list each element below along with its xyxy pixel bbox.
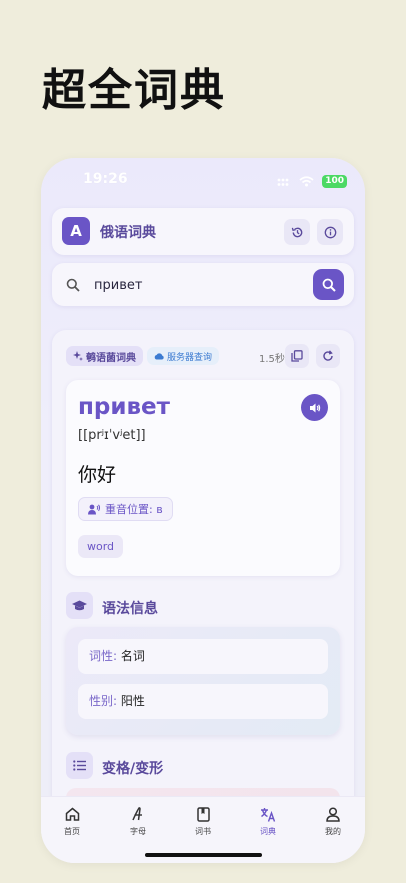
home-icon bbox=[65, 807, 79, 821]
declension-section-title: 变格/变形 bbox=[102, 761, 164, 777]
tab-label: 首页 bbox=[64, 827, 80, 836]
grammar-info-box: 词性: 名词 性别: 阳性 bbox=[66, 627, 340, 735]
declension-section-icon bbox=[66, 752, 93, 779]
info-button[interactable] bbox=[317, 219, 343, 245]
tab-home[interactable]: 首页 bbox=[47, 805, 97, 837]
word-entry-card: привет [[prʲɪˈvʲet]] 你好 重音位置: в word bbox=[66, 380, 340, 576]
translation: 你好 bbox=[78, 464, 117, 486]
graduation-cap-icon bbox=[72, 600, 87, 610]
dictionary-source-chip[interactable]: 鹌语菌词典 bbox=[66, 346, 143, 366]
bottom-tab-bar: 首页 字母 词书 词典 我的 bbox=[41, 796, 365, 863]
grammar-row-part-of-speech: 词性: 名词 bbox=[78, 639, 328, 674]
tab-label: 字母 bbox=[130, 827, 146, 836]
app-title: 俄语词典 bbox=[100, 225, 156, 241]
word-tag[interactable]: word bbox=[78, 535, 124, 558]
dictionary-source-label: 鹌语菌词典 bbox=[86, 352, 136, 364]
book-icon bbox=[196, 806, 210, 822]
tab-alphabet[interactable]: 字母 bbox=[113, 805, 163, 837]
phone-screen: 19:26 100 A 俄语词典 鹌 bbox=[41, 158, 365, 863]
translate-icon bbox=[261, 807, 276, 822]
tab-dictionary[interactable]: 词典 bbox=[243, 805, 293, 837]
cellular-icon bbox=[277, 172, 291, 191]
alphabet-icon bbox=[132, 807, 142, 821]
result-card: 鹌语菌词典 服务器查询 1.5秒 привет [[prʲɪˈvʲet]] 你好… bbox=[52, 330, 354, 863]
grammar-row-gender: 性别: 阳性 bbox=[78, 684, 328, 719]
refresh-icon bbox=[323, 350, 333, 361]
speaker-icon bbox=[309, 403, 320, 412]
grammar-key: 性别: bbox=[89, 694, 118, 708]
search-icon bbox=[322, 278, 336, 292]
tab-label: 词典 bbox=[260, 827, 276, 836]
status-bar: 19:26 100 bbox=[41, 158, 365, 202]
battery-indicator: 100 bbox=[322, 175, 347, 188]
cloud-icon bbox=[154, 353, 164, 360]
grammar-value: 阳性 bbox=[120, 694, 145, 708]
grammar-value: 名词 bbox=[120, 649, 145, 663]
grammar-section-icon bbox=[66, 592, 93, 619]
info-icon bbox=[324, 226, 336, 238]
tab-label: 词书 bbox=[195, 827, 211, 836]
status-icons: 100 bbox=[277, 172, 347, 191]
copy-icon bbox=[291, 350, 303, 362]
app-bar: A 俄语词典 bbox=[52, 208, 354, 255]
history-icon bbox=[291, 227, 302, 237]
pronunciation-ipa: [[prʲɪˈvʲet]] bbox=[78, 428, 146, 443]
list-icon bbox=[73, 760, 86, 771]
status-time: 19:26 bbox=[83, 171, 128, 187]
tab-label: 我的 bbox=[325, 827, 341, 836]
server-query-chip: 服务器查询 bbox=[147, 347, 220, 365]
refresh-button[interactable] bbox=[316, 344, 340, 368]
tab-profile[interactable]: 我的 bbox=[308, 805, 358, 837]
headword: привет bbox=[78, 394, 170, 420]
search-bar bbox=[52, 263, 354, 306]
stress-position-text: 重音位置: в bbox=[105, 503, 163, 516]
stress-position-badge: 重音位置: в bbox=[78, 497, 173, 521]
profile-icon bbox=[326, 806, 340, 822]
copy-button[interactable] bbox=[285, 344, 309, 368]
play-audio-button[interactable] bbox=[301, 394, 328, 421]
app-logo: A bbox=[62, 217, 90, 245]
query-timing: 1.5秒 bbox=[259, 354, 285, 365]
history-button[interactable] bbox=[284, 219, 310, 245]
voice-icon bbox=[88, 504, 100, 514]
grammar-key: 词性: bbox=[89, 649, 118, 663]
tab-wordbook[interactable]: 词书 bbox=[178, 805, 228, 837]
search-submit-button[interactable] bbox=[313, 269, 344, 300]
promo-headline: 超全词典 bbox=[42, 65, 226, 116]
grammar-section-title: 语法信息 bbox=[102, 601, 158, 617]
search-input[interactable] bbox=[94, 275, 304, 295]
search-icon bbox=[66, 277, 80, 296]
wifi-icon bbox=[299, 172, 314, 191]
server-query-label: 服务器查询 bbox=[167, 352, 213, 363]
sparkle-icon bbox=[73, 351, 83, 361]
home-indicator bbox=[145, 853, 262, 857]
